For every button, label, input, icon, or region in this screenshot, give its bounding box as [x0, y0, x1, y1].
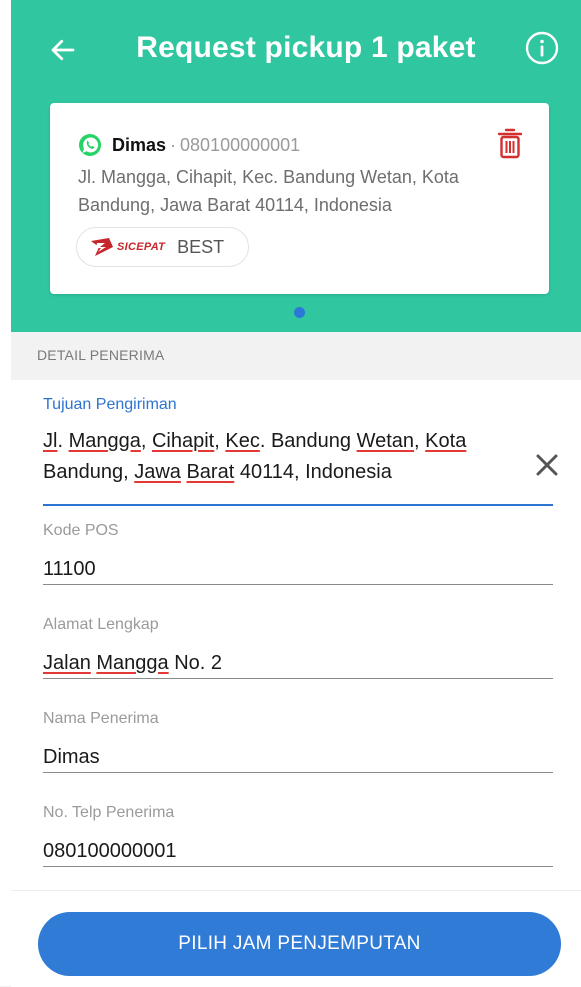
destination-input[interactable]: Jl. Mangga, Cihapit, Kec. Bandung Wetan,…: [43, 426, 513, 488]
page-title: Request pickup 1 paket: [136, 31, 476, 64]
full-address-field[interactable]: Alamat Lengkap Jalan Mangga No. 2: [43, 616, 553, 679]
address-text-part: Jalan: [43, 652, 91, 674]
recipient-row: Dimas · 080100000001: [78, 133, 300, 157]
close-icon: [536, 454, 558, 476]
destination-label: Tujuan Pengiriman: [43, 396, 177, 413]
carousel-page-indicator: [294, 307, 305, 318]
app-header: Request pickup 1 paket Dimas · 080100000…: [11, 0, 581, 332]
clear-destination-button[interactable]: [533, 451, 561, 479]
full-address-underline: [43, 678, 553, 679]
destination-text-part: Barat: [186, 461, 235, 483]
recipient-name-label: Nama Penerima: [43, 710, 159, 727]
whatsapp-icon: [79, 134, 101, 156]
recipient-name-underline: [43, 772, 553, 773]
recipient-form: Tujuan Pengiriman Jl. Mangga, Cihapit, K…: [11, 380, 581, 890]
address-text-part: Mangga: [96, 652, 169, 674]
destination-field[interactable]: Tujuan Pengiriman Jl. Mangga, Cihapit, K…: [43, 396, 558, 506]
postal-code-underline: [43, 584, 553, 585]
recipient-phone-underline: [43, 866, 553, 867]
recipient-name: Dimas: [112, 134, 167, 155]
destination-text-part: Jawa: [134, 461, 181, 483]
destination-text-part: Wetan: [356, 430, 415, 452]
trash-icon: [497, 128, 523, 159]
destination-text-part: Cihapit: [151, 430, 215, 452]
destination-underline: [43, 504, 553, 506]
recipient-name-field[interactable]: Nama Penerima Dimas: [43, 710, 553, 773]
recipient-phone-input[interactable]: 080100000001: [43, 836, 553, 867]
postal-code-field[interactable]: Kode POS 11100: [43, 522, 553, 585]
courier-logo-icon: [91, 238, 113, 256]
recipient-phone: 080100000001: [180, 134, 301, 155]
choose-pickup-time-button[interactable]: PILIH JAM PENJEMPUTAN: [38, 912, 561, 976]
courier-badge: SICEPAT BEST: [76, 227, 249, 267]
info-button[interactable]: [524, 30, 560, 66]
info-circle-icon: [525, 31, 559, 65]
destination-text-part: Kota: [425, 430, 467, 452]
full-address-input[interactable]: Jalan Mangga No. 2: [43, 648, 553, 679]
postal-code-label: Kode POS: [43, 522, 119, 539]
section-header: DETAIL PENERIMA: [11, 332, 581, 380]
destination-text-part: Mangga: [68, 430, 141, 452]
separator-dot: ·: [170, 134, 177, 155]
destination-text-part: Kec: [225, 430, 260, 452]
recipient-name-input[interactable]: Dimas: [43, 742, 553, 773]
delete-button[interactable]: [496, 127, 524, 161]
destination-text-part: Jl: [43, 430, 58, 452]
bottom-bar: PILIH JAM PENJEMPUTAN: [11, 890, 581, 987]
recipient-phone-field[interactable]: No. Telp Penerima 080100000001: [43, 804, 553, 867]
courier-service: BEST: [177, 236, 225, 257]
postal-code-input[interactable]: 11100: [43, 554, 553, 585]
left-edge: [0, 0, 11, 986]
full-address-label: Alamat Lengkap: [43, 616, 159, 633]
courier-logo-text: SICEPAT: [117, 241, 166, 253]
sicepat-logo: SICEPAT: [91, 238, 165, 256]
recipient-phone-label: No. Telp Penerima: [43, 804, 175, 821]
section-title: DETAIL PENERIMA: [37, 347, 165, 363]
package-card[interactable]: Dimas · 080100000001 Jl. Mangga, Cihapit…: [50, 103, 549, 294]
card-address: Jl. Mangga, Cihapit, Kec. Bandung Wetan,…: [78, 167, 459, 215]
